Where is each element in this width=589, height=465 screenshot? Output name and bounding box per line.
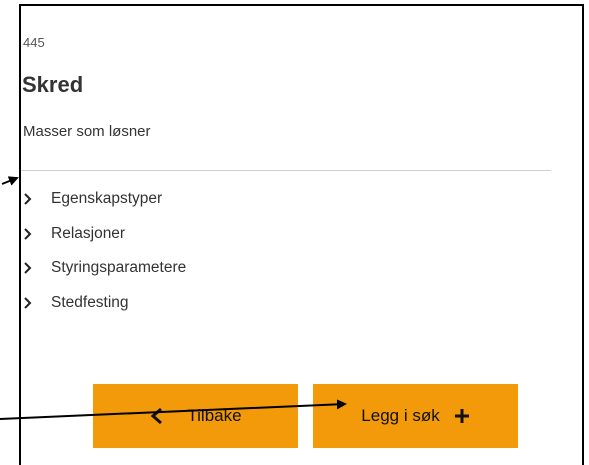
plus-icon [454,408,470,424]
chevron-right-icon [23,193,51,205]
divider [21,170,551,171]
chevron-right-icon [23,228,51,240]
section-item-label: Relasjoner [51,224,126,242]
section-item-stedfesting[interactable]: Stedfesting [23,286,186,321]
object-id: 445 [23,35,45,50]
chevron-right-icon [23,297,51,309]
section-item-label: Styringsparametere [51,259,187,277]
section-item-label: Stedfesting [51,293,129,311]
section-item-egenskapstyper[interactable]: Egenskapstyper [23,182,186,217]
chevron-right-icon [23,262,51,274]
add-to-search-label: Legg i søk [361,406,440,425]
section-item-label: Egenskapstyper [51,190,163,208]
annotation-arrow-left [1,176,19,186]
section-item-relasjoner[interactable]: Relasjoner [23,217,186,252]
section-list: Egenskapstyper Relasjoner Styringsparame… [23,182,186,320]
section-item-styringsparametere[interactable]: Styringsparametere [23,251,186,286]
back-button[interactable]: Tilbake [93,384,298,448]
object-description: Masser som løsner [23,123,151,140]
page-title: Skred [22,72,84,97]
arrow-left-icon [149,407,165,425]
back-button-label: Tilbake [187,406,242,425]
add-to-search-button[interactable]: Legg i søk [313,384,518,448]
